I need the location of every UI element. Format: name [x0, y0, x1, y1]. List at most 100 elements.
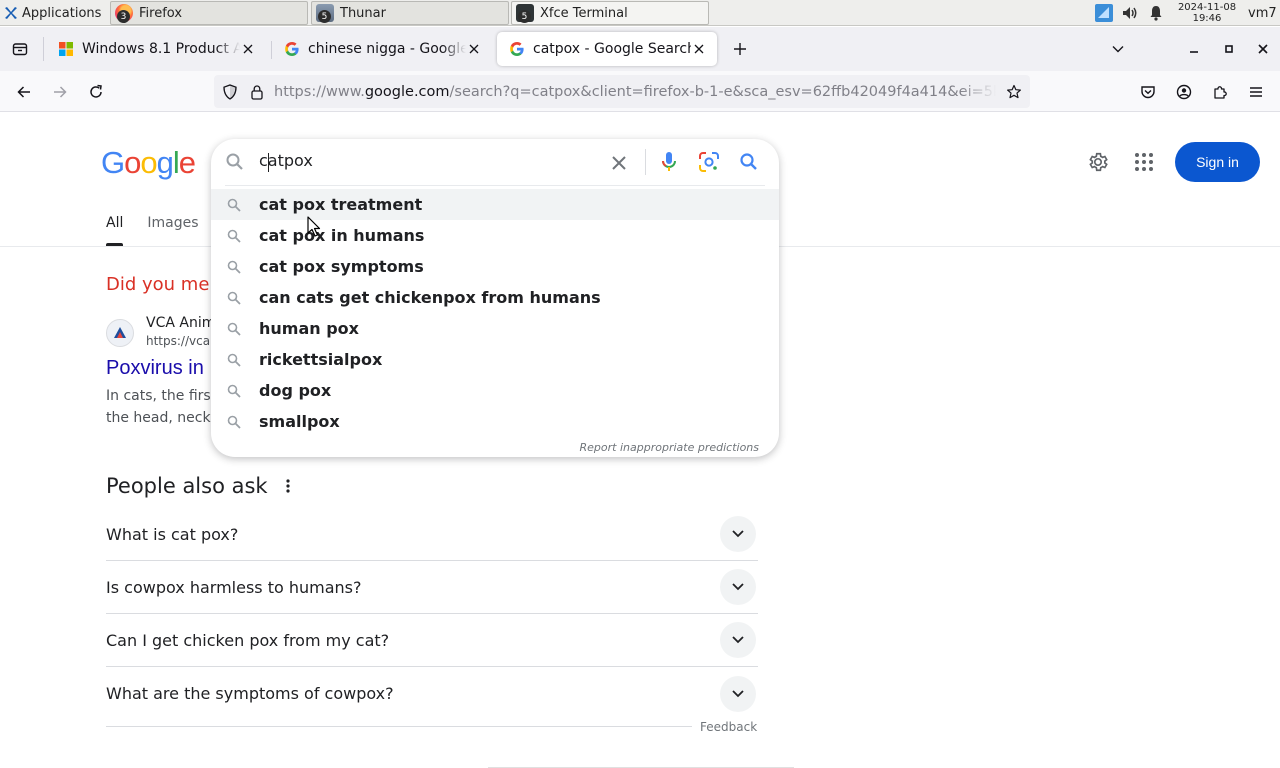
chevron-down-icon[interactable]	[720, 622, 756, 658]
search-input-row: catpox	[211, 139, 779, 185]
paa-question[interactable]: What is cat pox?	[106, 508, 758, 561]
pocket-button[interactable]	[1133, 77, 1163, 107]
paa-question[interactable]: What are the symptoms of cowpox?	[106, 667, 758, 720]
back-button[interactable]	[9, 77, 39, 107]
paa-question[interactable]: Is cowpox harmless to humans?	[106, 561, 758, 614]
clock-date: 2024-11-08	[1177, 2, 1237, 13]
feedback-link[interactable]: Feedback	[700, 720, 757, 734]
chevron-down-icon[interactable]	[720, 516, 756, 552]
taskbar-item-firefox[interactable]: 3 Firefox	[110, 1, 308, 25]
window-count-badge: 5	[518, 10, 531, 23]
result-title-link[interactable]: Poxvirus in	[106, 357, 204, 380]
account-button[interactable]	[1169, 77, 1199, 107]
lock-icon[interactable]	[246, 81, 268, 103]
suggestion-text: dog pox	[259, 381, 332, 400]
url-text: https://www.google.com/search?q=catpox&c…	[274, 83, 996, 100]
pocket-icon	[1141, 86, 1155, 99]
search-submit-button[interactable]	[737, 150, 761, 174]
notification-bell-icon[interactable]	[1146, 3, 1166, 23]
google-logo[interactable]: Google	[101, 145, 196, 181]
network-icon[interactable]	[1094, 3, 1114, 23]
browser-tab-google-active[interactable]: catpox - Google Search	[497, 32, 717, 66]
suggestion-item[interactable]: dog pox	[211, 375, 779, 406]
chevron-down-icon[interactable]	[720, 675, 756, 712]
people-also-ask-heading: People also ask	[106, 474, 300, 498]
chevron-down-icon[interactable]	[720, 569, 756, 605]
minimize-button[interactable]	[1180, 35, 1208, 63]
maximize-button[interactable]	[1215, 35, 1243, 63]
extensions-button[interactable]	[1205, 77, 1235, 107]
chevron-down-icon	[1112, 46, 1124, 53]
taskbar-item-terminal[interactable]: 5 Xfce Terminal	[511, 1, 709, 25]
minimize-icon	[1190, 51, 1198, 53]
applications-menu[interactable]: Applications ⋮	[0, 0, 117, 26]
close-icon	[1258, 44, 1268, 54]
reload-button[interactable]	[81, 77, 111, 107]
search-icon	[225, 382, 243, 400]
google-lens-icon	[699, 152, 719, 172]
paa-question[interactable]: Can I get chicken pox from my cat?	[106, 614, 758, 667]
search-icon	[225, 196, 243, 214]
tab-close-icon[interactable]	[240, 41, 256, 57]
browser-tab-google-1[interactable]: chinese nigga - Google S	[272, 32, 492, 66]
suggestion-item[interactable]: cat pox symptoms	[211, 251, 779, 282]
maximize-icon	[1225, 45, 1233, 53]
puzzle-icon	[1214, 86, 1227, 99]
plus-icon	[734, 43, 746, 55]
more-options-icon[interactable]	[276, 474, 300, 498]
search-icon	[225, 227, 243, 245]
search-icon	[225, 351, 243, 369]
paa-question-text: What are the symptoms of cowpox?	[106, 684, 394, 703]
did-you-mean[interactable]: Did you me	[106, 274, 209, 295]
tab-close-icon[interactable]	[691, 41, 707, 57]
tab-images[interactable]: Images	[147, 215, 198, 246]
suggestion-text: cat pox symptoms	[259, 257, 424, 276]
user-menu[interactable]: vm7	[1248, 6, 1280, 21]
lens-search-button[interactable]	[697, 150, 721, 174]
sign-in-button[interactable]: Sign in	[1175, 142, 1260, 182]
list-all-tabs-button[interactable]	[1104, 35, 1132, 63]
google-icon	[285, 42, 299, 56]
window-count-badge: 5	[318, 10, 331, 23]
tab-close-icon[interactable]	[466, 41, 482, 57]
hamburger-menu-icon	[1250, 87, 1262, 97]
taskbar-item-thunar[interactable]: 5 Thunar	[311, 1, 509, 25]
close-window-button[interactable]	[1249, 35, 1277, 63]
suggestion-item[interactable]: rickettsialpox	[211, 344, 779, 375]
firefox-view-button[interactable]	[6, 35, 34, 63]
browser-tab-windows[interactable]: Windows 8.1 Product Acti	[46, 32, 266, 66]
new-tab-button[interactable]	[726, 35, 754, 63]
mouse-pointer-icon	[307, 216, 321, 237]
bookmark-star-icon[interactable]	[1002, 80, 1026, 104]
thunar-icon: 5	[316, 4, 334, 23]
url-bar[interactable]: https://www.google.com/search?q=catpox&c…	[214, 75, 1030, 108]
volume-icon[interactable]	[1120, 3, 1140, 23]
taskbar-item-label: Firefox	[139, 5, 183, 21]
forward-button[interactable]	[45, 77, 75, 107]
suggestion-item[interactable]: smallpox	[211, 406, 779, 437]
tab-all[interactable]: All	[106, 215, 124, 246]
suggestion-item[interactable]: cat pox in humans	[211, 220, 779, 251]
result-site-name[interactable]: VCA Anim	[146, 315, 215, 331]
voice-search-button[interactable]	[657, 150, 681, 174]
suggestions-list: cat pox treatment cat pox in humans cat …	[211, 189, 779, 437]
tab-title: Windows 8.1 Product Acti	[82, 41, 240, 57]
search-icon	[225, 320, 243, 338]
search-icon	[225, 413, 243, 431]
tracking-protection-shield-icon[interactable]	[219, 81, 241, 103]
clear-search-button[interactable]	[607, 151, 631, 175]
settings-gear-icon[interactable]	[1079, 143, 1117, 181]
suggestion-item[interactable]: can cats get chickenpox from humans	[211, 282, 779, 313]
google-apps-grid-icon[interactable]	[1125, 143, 1163, 181]
app-menu-button[interactable]	[1241, 77, 1271, 107]
tab-title: catpox - Google Search	[533, 41, 691, 57]
suggestion-item[interactable]: cat pox treatment	[211, 189, 779, 220]
clock[interactable]: 2024-11-08 19:46	[1172, 2, 1242, 24]
paa-question-text: Is cowpox harmless to humans?	[106, 577, 362, 597]
report-predictions-link[interactable]: Report inappropriate predictions	[580, 441, 759, 454]
suggestion-item[interactable]: human pox	[211, 313, 779, 344]
search-box: catpox cat pox treatment cat pox in huma…	[211, 139, 779, 457]
paa-question-text: What is cat pox?	[106, 524, 239, 544]
suggestion-text: can cats get chickenpox from humans	[259, 288, 601, 307]
tab-title: chinese nigga - Google S	[308, 41, 466, 57]
